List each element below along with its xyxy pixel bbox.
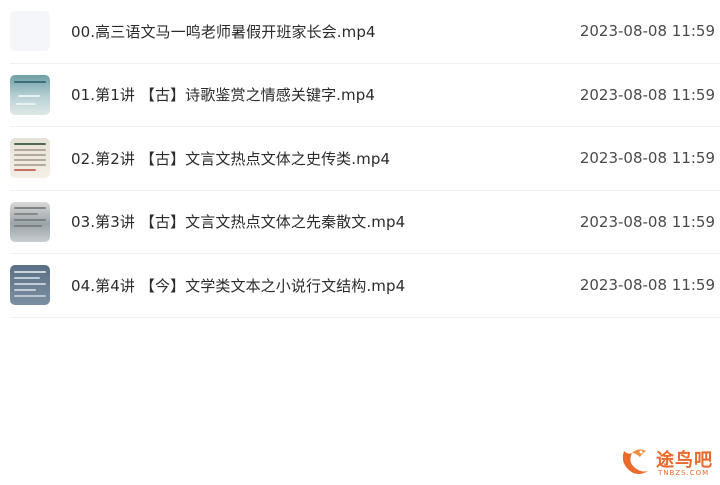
file-name: 01.第1讲 【古】诗歌鉴赏之情感关键字.mp4 (71, 86, 376, 105)
video-thumbnail (10, 74, 50, 115)
file-row[interactable]: 03.第3讲 【古】文言文热点文体之先秦散文.mp4 2023-08-08 11… (10, 191, 720, 254)
file-row[interactable]: 02.第2讲 【古】文言文热点文体之史传类.mp4 2023-08-08 11:… (10, 127, 720, 191)
file-row[interactable]: 00.高三语文马一鸣老师暑假开班家长会.mp4 2023-08-08 11:59 (10, 0, 720, 64)
video-thumbnail (10, 265, 50, 306)
video-thumbnail (10, 201, 50, 242)
file-row[interactable]: 04.第4讲 【今】文学类文本之小说行文结构.mp4 2023-08-08 11… (10, 254, 720, 318)
video-thumbnail (10, 11, 50, 52)
watermark: 途鸟吧 TNBZS.COM (618, 442, 714, 480)
file-row[interactable]: 01.第1讲 【古】诗歌鉴赏之情感关键字.mp4 2023-08-08 11:5… (10, 64, 720, 127)
file-name: 00.高三语文马一鸣老师暑假开班家长会.mp4 (71, 22, 376, 41)
video-thumbnail (10, 138, 50, 179)
bird-logo-icon (622, 449, 648, 474)
file-name: 04.第4讲 【今】文学类文本之小说行文结构.mp4 (71, 276, 406, 295)
watermark-subtext: TNBZS.COM (658, 469, 710, 477)
file-name: 02.第2讲 【古】文言文热点文体之史传类.mp4 (71, 149, 391, 168)
file-date: 2023-08-08 11:59 (579, 276, 715, 295)
file-name: 03.第3讲 【古】文言文热点文体之先秦散文.mp4 (71, 213, 406, 232)
file-date: 2023-08-08 11:59 (579, 212, 715, 231)
file-date: 2023-08-08 11:59 (579, 22, 715, 41)
file-list: 00.高三语文马一鸣老师暑假开班家长会.mp4 2023-08-08 11:59… (0, 0, 720, 318)
file-date: 2023-08-08 11:59 (579, 149, 715, 168)
file-date: 2023-08-08 11:59 (579, 85, 715, 104)
